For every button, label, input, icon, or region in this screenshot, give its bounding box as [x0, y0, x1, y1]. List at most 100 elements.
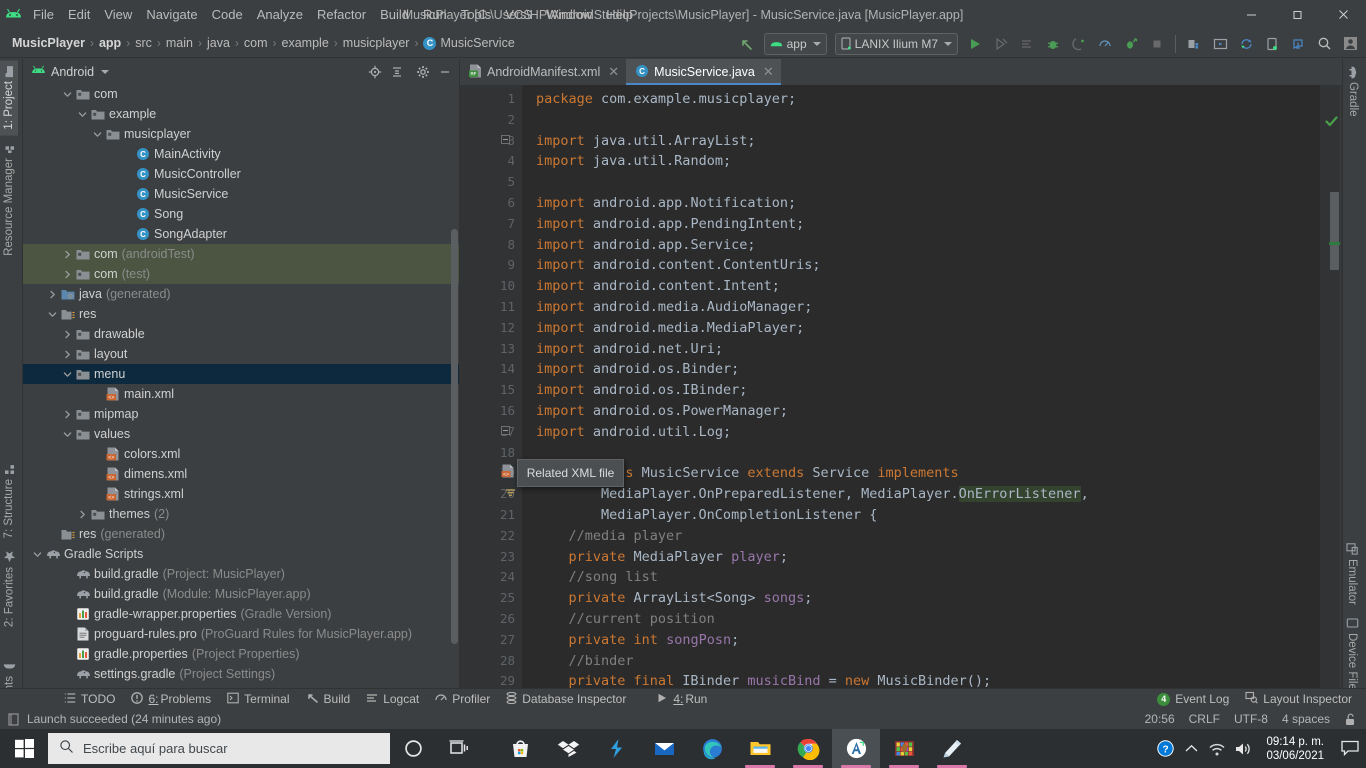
taskbar-file-explorer-icon[interactable] [736, 729, 784, 768]
indent-setting[interactable]: 4 spaces [1282, 712, 1330, 726]
code-line[interactable]: import java.util.Random; [522, 151, 1342, 172]
menu-window[interactable]: Window [539, 4, 599, 26]
menu-refactor[interactable]: Refactor [310, 4, 373, 26]
chevron-down-icon[interactable] [61, 364, 74, 384]
tree-node-example[interactable]: example [23, 104, 459, 124]
menu-vcs[interactable]: VCS [498, 4, 539, 26]
tree-node-res[interactable]: res [23, 304, 459, 324]
tool-button-run[interactable]: 4: Run [648, 689, 715, 710]
implements-method-gutter-icon[interactable] [505, 485, 519, 499]
tab-music-service[interactable]: C MusicService.java ✕ [626, 59, 781, 85]
tree-node-menu[interactable]: menu [23, 364, 459, 384]
tree-node-mipmap[interactable]: mipmap [23, 404, 459, 424]
menu-edit[interactable]: Edit [61, 4, 97, 26]
tool-button-database-inspector[interactable]: Database Inspector [498, 689, 634, 710]
breadcrumb-item-class[interactable]: C MusicService [419, 35, 518, 51]
sdk-manager-icon[interactable] [1182, 32, 1206, 56]
menu-code[interactable]: Code [205, 4, 250, 26]
tree-node-themes[interactable]: themes (2) [23, 504, 459, 524]
code-line[interactable]: import android.app.Notification; [522, 193, 1342, 214]
chevron-down-icon[interactable] [61, 84, 74, 104]
code-line[interactable]: import android.net.Uri; [522, 339, 1342, 360]
sidebar-tab-emulator[interactable]: Emulator [1343, 537, 1361, 611]
tool-button-build[interactable]: Build [298, 689, 359, 710]
tree-node-layout[interactable]: layout [23, 344, 459, 364]
menu-file[interactable]: File [26, 4, 61, 26]
tree-node-proguard-rules-pro[interactable]: proguard-rules.pro (ProGuard Rules for Mu… [23, 624, 459, 644]
device-manager-icon[interactable] [1260, 32, 1284, 56]
taskbar-winrar-icon[interactable] [880, 729, 928, 768]
file-encoding[interactable]: UTF-8 [1234, 712, 1268, 726]
taskbar-google-chrome-icon[interactable] [784, 729, 832, 768]
breadcrumb-item-musicplayer[interactable]: musicplayer [339, 35, 414, 51]
apply-changes-icon[interactable] [989, 32, 1013, 56]
code-line[interactable]: private final IBinder musicBind = new Mu… [522, 671, 1342, 688]
tree-node-main-xml[interactable]: <> main.xml [23, 384, 459, 404]
chevron-down-icon[interactable] [61, 424, 74, 444]
chevron-right-icon[interactable] [76, 504, 89, 524]
caret-position[interactable]: 20:56 [1145, 712, 1175, 726]
code-line[interactable]: import android.app.PendingIntent; [522, 214, 1342, 235]
volume-icon[interactable] [1230, 729, 1256, 768]
chevron-down-icon[interactable] [76, 104, 89, 124]
tree-node-java[interactable]: java (generated) [23, 284, 459, 304]
tree-node-settings-gradle[interactable]: settings.gradle (Project Settings) [23, 664, 459, 684]
tree-node-gradle-wrapper-properties[interactable]: gradle-wrapper.properties (Gradle Version… [23, 604, 459, 624]
tab-android-manifest[interactable]: MF AndroidManifest.xml ✕ [460, 59, 626, 85]
code-line[interactable]: MediaPlayer.OnCompletionListener { [522, 505, 1342, 526]
breadcrumb-item-com[interactable]: com [240, 35, 272, 51]
user-account-icon[interactable] [1338, 32, 1362, 56]
tree-node-com[interactable]: com [23, 84, 459, 104]
chevron-right-icon[interactable] [61, 244, 74, 264]
sidebar-tab-structure[interactable]: 7: Structure [0, 457, 18, 544]
close-icon[interactable]: ✕ [608, 64, 619, 80]
module-selector[interactable]: app [763, 32, 827, 55]
code-line[interactable]: import android.media.AudioManager; [522, 297, 1342, 318]
code-line[interactable] [522, 443, 1342, 464]
breadcrumb-item-example[interactable]: example [278, 35, 333, 51]
editor-marker-rail[interactable] [1320, 85, 1342, 688]
cortana-circle-icon[interactable] [390, 729, 436, 768]
chevron-down-icon[interactable] [91, 124, 104, 144]
menu-analyze[interactable]: Analyze [250, 4, 310, 26]
tree-node-song[interactable]: C Song [23, 204, 459, 224]
menu-navigate[interactable]: Navigate [139, 4, 204, 26]
chevron-right-icon[interactable] [46, 284, 59, 304]
run-with-coverage-icon[interactable] [1119, 32, 1143, 56]
tree-node-values[interactable]: values [23, 424, 459, 444]
breadcrumb-item-main[interactable]: main [162, 35, 197, 51]
taskbar-sticky-notes-icon[interactable] [928, 729, 976, 768]
menu-help[interactable]: Help [599, 4, 640, 26]
settings-gear-icon[interactable] [413, 62, 433, 82]
notification-icon[interactable] [1334, 729, 1366, 768]
tool-button-event-log[interactable]: 4 Event Log [1149, 689, 1237, 710]
code-line[interactable]: import java.util.ArrayList; [522, 131, 1342, 152]
code-line[interactable]: private int songPosn; [522, 630, 1342, 651]
search-everywhere-icon[interactable] [1312, 32, 1336, 56]
wifi-icon[interactable] [1204, 729, 1230, 768]
menu-run[interactable]: Run [416, 4, 454, 26]
close-icon[interactable]: ✕ [763, 64, 774, 80]
fold-marker-imports-start[interactable] [501, 135, 510, 144]
sidebar-tab-gradle[interactable]: Gradle [1343, 61, 1363, 123]
code-line[interactable]: import android.media.MediaPlayer; [522, 318, 1342, 339]
tree-node-com[interactable]: com (test) [23, 264, 459, 284]
code-line[interactable]: MediaPlayer.OnPreparedListener, MediaPla… [522, 484, 1342, 505]
tree-node-strings-xml[interactable]: <> strings.xml [23, 484, 459, 504]
unlocked-icon[interactable] [1344, 713, 1356, 726]
tree-node-colors-xml[interactable]: <> colors.xml [23, 444, 459, 464]
code-text-area[interactable]: package com.example.musicplayer; import … [522, 85, 1342, 688]
taskbar-microsoft-store-icon[interactable] [496, 729, 544, 768]
code-editor[interactable]: 1234567891011121314151617181920212223242… [460, 85, 1342, 688]
chevron-down-icon[interactable] [46, 304, 59, 324]
tree-node-res[interactable]: res (generated) [23, 524, 459, 544]
tree-node-musicplayer[interactable]: musicplayer [23, 124, 459, 144]
taskbar-lightning-app-icon[interactable] [592, 729, 640, 768]
chevron-right-icon[interactable] [61, 264, 74, 284]
close-button[interactable] [1320, 0, 1366, 29]
minimize-button[interactable] [1228, 0, 1274, 29]
tree-node-dimens-xml[interactable]: <> dimens.xml [23, 464, 459, 484]
code-line[interactable]: private MediaPlayer player; [522, 547, 1342, 568]
locate-icon[interactable] [365, 62, 385, 82]
sidebar-tab-project[interactable]: 1: Project [0, 61, 18, 136]
